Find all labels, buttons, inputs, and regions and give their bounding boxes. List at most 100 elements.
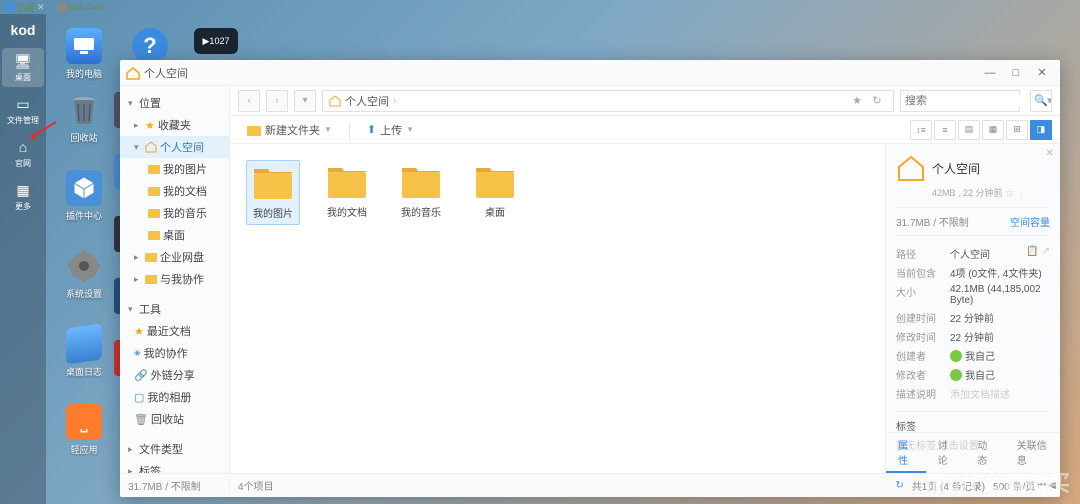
description-input[interactable]: 添加文档描述 <box>950 386 1050 401</box>
refresh-icon[interactable]: ↻ <box>895 480 903 491</box>
tab-related[interactable]: 关联信息 <box>1005 433 1060 473</box>
folder-item[interactable]: 我的音乐 <box>394 160 448 225</box>
bag-icon: ⎵ <box>66 404 102 440</box>
tree-collaboration[interactable]: ▸与我协作 <box>120 268 229 290</box>
nav-up-button[interactable]: ▾ <box>294 90 316 112</box>
kod-sidebar: kod 🖥 桌面 ▭ 文件管理 ⌂ 官网 ▦ 更多 <box>0 14 46 504</box>
window-titlebar[interactable]: 个人空间 — □ ✕ <box>120 60 1060 86</box>
tab-2[interactable]: frps dash <box>69 2 106 12</box>
tree-location[interactable]: ▾位置 <box>120 92 229 114</box>
upload-button[interactable]: ⬆上传▼ <box>358 119 423 141</box>
folder-tree: ▾位置 ▸★收藏夹 ▾个人空间 我的图片 我的文档 我的音乐 桌面 ▸企业网盘 … <box>120 86 230 473</box>
tab-properties[interactable]: 属性 <box>886 433 926 473</box>
nav-back-button[interactable]: ‹ <box>238 90 260 112</box>
folder-icon <box>145 273 157 285</box>
storage-used: 31.7MB / 不限制 <box>896 214 969 229</box>
tree-external-share[interactable]: 🔗外链分享 <box>120 364 229 386</box>
tree-my-music[interactable]: 我的音乐 <box>120 202 229 224</box>
details-panel: ✕ 个人空间 42MB , 22 分钟前 ☆ ⋮ 31.7MB / 不限制 空间… <box>885 144 1060 473</box>
maximize-button[interactable]: □ <box>1004 63 1028 83</box>
kod-logo: kod <box>11 22 36 38</box>
desktop-icon-log[interactable]: 桌面日志 <box>60 326 108 378</box>
avatar <box>950 350 962 362</box>
minimize-button[interactable]: — <box>978 63 1002 83</box>
home-icon <box>145 141 157 153</box>
sort-button[interactable]: ↕≡ <box>910 120 932 140</box>
refresh-button[interactable]: ↻ <box>867 91 887 111</box>
tab-discuss[interactable]: 讨论 <box>926 433 966 473</box>
status-storage: 31.7MB / 不限制 <box>120 478 230 493</box>
folder-icon <box>400 164 442 200</box>
toolbar: ‹ › ▾ 个人空间 › ★ ↻ ▾ 🔍 <box>230 86 1060 116</box>
folder-item[interactable]: 我的图片 <box>246 160 300 225</box>
details-pane-button[interactable]: ◨ <box>1030 120 1052 140</box>
tree-desktop[interactable]: 桌面 <box>120 224 229 246</box>
tab-activity[interactable]: 动态 <box>965 433 1005 473</box>
nav-forward-button[interactable]: › <box>266 90 288 112</box>
sidebar-item-desktop[interactable]: 🖥 桌面 <box>2 48 44 87</box>
folder-icon <box>148 163 160 175</box>
action-bar: 新建文件夹▼ ⬆上传▼ ↕≡ ≡ ▤ ▦ ⊞ ◨ <box>230 116 1060 144</box>
cube-icon <box>70 174 98 202</box>
tab-1[interactable]: 百度 <box>17 1 35 14</box>
pager-info: 共1页 (4 条记录) <box>906 478 991 493</box>
folder-icon <box>252 165 294 201</box>
view-list-button[interactable]: ≡ <box>934 120 956 140</box>
storage-link[interactable]: 空间容量 <box>1010 214 1050 229</box>
sidebar-item-website[interactable]: ⌂ 官网 <box>2 134 44 173</box>
folder-grid[interactable]: 我的图片 我的文档 我的音乐 桌面 <box>230 144 885 473</box>
sidebar-item-files[interactable]: ▭ 文件管理 <box>2 91 44 130</box>
new-folder-button[interactable]: 新建文件夹▼ <box>238 119 341 141</box>
tree-recent[interactable]: ★最近文档 <box>120 320 229 342</box>
desktop-icon-mycomputer[interactable]: 我的电脑 <box>60 28 108 80</box>
favicon <box>57 2 67 12</box>
tree-trash[interactable]: 🗑回收站 <box>120 408 229 430</box>
tree-filetype[interactable]: ▸文件类型 <box>120 438 229 460</box>
tree-tags[interactable]: ▸标签 <box>120 460 229 473</box>
desktop-icon-trash[interactable]: 回收站 <box>60 92 108 144</box>
per-page[interactable]: 500 条/页 <box>993 478 1035 493</box>
view-grid-button[interactable]: ▦ <box>982 120 1004 140</box>
sidebar-item-more[interactable]: ▦ 更多 <box>2 177 44 216</box>
tree-tools[interactable]: ▾工具 <box>120 298 229 320</box>
details-title: 个人空间 <box>932 160 980 177</box>
tree-my-album[interactable]: ▢我的相册 <box>120 386 229 408</box>
search-button[interactable]: 🔍 <box>1030 90 1052 112</box>
favicon <box>5 2 15 12</box>
desktop-icon-lightapp[interactable]: ⎵ 轻应用 <box>60 404 108 456</box>
details-subtitle: 42MB , 22 分钟前 ☆ ⋮ <box>896 186 1050 199</box>
folder-icon <box>145 251 157 263</box>
view-compact-button[interactable]: ▤ <box>958 120 980 140</box>
star-button[interactable]: ★ <box>847 91 867 111</box>
computer-icon <box>72 36 96 56</box>
apps-icon: ▦ <box>13 181 33 199</box>
breadcrumb[interactable]: 个人空间 › ★ ↻ <box>322 90 894 112</box>
folder-item[interactable]: 我的文档 <box>320 160 374 225</box>
tree-personal-space[interactable]: ▾个人空间 <box>120 136 229 158</box>
tree-my-collab[interactable]: ⚹我的协作 <box>120 342 229 364</box>
close-details-button[interactable]: ✕ <box>1046 148 1054 159</box>
status-items: 4个项目 <box>230 478 895 493</box>
home-icon <box>126 66 140 80</box>
tree-favorites[interactable]: ▸★收藏夹 <box>120 114 229 136</box>
desktop-icon-plugins[interactable]: 插件中心 <box>60 170 108 222</box>
folder-item[interactable]: 桌面 <box>468 160 522 225</box>
trash-icon <box>69 94 99 126</box>
folder-icon <box>474 164 516 200</box>
close-button[interactable]: ✕ <box>1030 63 1054 83</box>
pager-prev[interactable]: ◀ <box>1048 480 1056 491</box>
tree-my-pictures[interactable]: 我的图片 <box>120 158 229 180</box>
desktop-icon-settings[interactable]: 系统设置 <box>60 248 108 300</box>
folder-icon <box>148 185 160 197</box>
home-icon: ⌂ <box>13 138 33 156</box>
pager-first[interactable]: ⏮ <box>1037 480 1046 491</box>
folder-icon <box>148 207 160 219</box>
search-input[interactable]: ▾ <box>900 90 1020 112</box>
home-icon <box>329 95 341 107</box>
file-manager-window: 个人空间 — □ ✕ ▾位置 ▸★收藏夹 ▾个人空间 我的图片 我的文档 我的音… <box>120 60 1060 497</box>
tree-my-documents[interactable]: 我的文档 <box>120 180 229 202</box>
question-icon: ? <box>132 28 168 64</box>
tree-enterprise[interactable]: ▸企业网盘 <box>120 246 229 268</box>
view-large-button[interactable]: ⊞ <box>1006 120 1028 140</box>
folder-icon: ▭ <box>13 95 33 113</box>
